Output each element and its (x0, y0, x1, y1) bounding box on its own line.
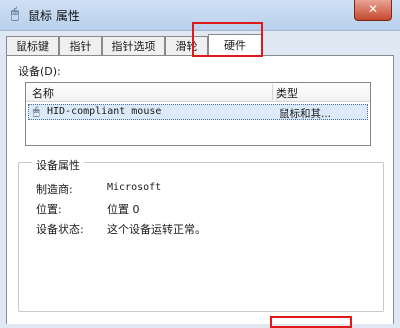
device-type: 鼠标和其... (279, 108, 332, 120)
mouse-icon: 🖱 (33, 105, 40, 118)
tab-buttons[interactable]: 鼠标键 (6, 36, 59, 55)
manufacturer-label: 制造商: (36, 183, 73, 196)
devices-label: 设备(D): (18, 65, 61, 78)
tab-pointers[interactable]: 指针 (59, 36, 102, 55)
column-header-name[interactable]: 名称 (32, 85, 54, 101)
mouse-app-icon: 🖱 (10, 6, 20, 22)
device-row[interactable]: 🖱 HID-compliant mouse 鼠标和其... (28, 104, 368, 120)
device-name: HID-compliant mouse (47, 106, 162, 117)
device-status-value: 这个设备运转正常。 (107, 223, 206, 236)
close-button[interactable]: ✕ (354, 0, 392, 21)
device-list-header: 名称 类型 (26, 83, 370, 102)
manufacturer-value: Microsoft (107, 182, 162, 193)
hardware-tab-highlight (192, 22, 263, 57)
location-value: 位置 0 (107, 203, 140, 216)
location-label: 位置: (36, 203, 62, 216)
tab-pointer-options[interactable]: 指针选项 (102, 36, 165, 55)
device-list[interactable]: 名称 类型 🖱 HID-compliant mouse 鼠标和其... (25, 82, 371, 146)
device-properties-title: 设备属性 (32, 157, 84, 173)
window-title: 鼠标 属性 (28, 9, 80, 23)
device-status-label: 设备状态: (36, 223, 84, 236)
column-divider[interactable] (272, 84, 273, 100)
button-highlight (270, 316, 352, 328)
column-header-type[interactable]: 类型 (276, 85, 298, 101)
